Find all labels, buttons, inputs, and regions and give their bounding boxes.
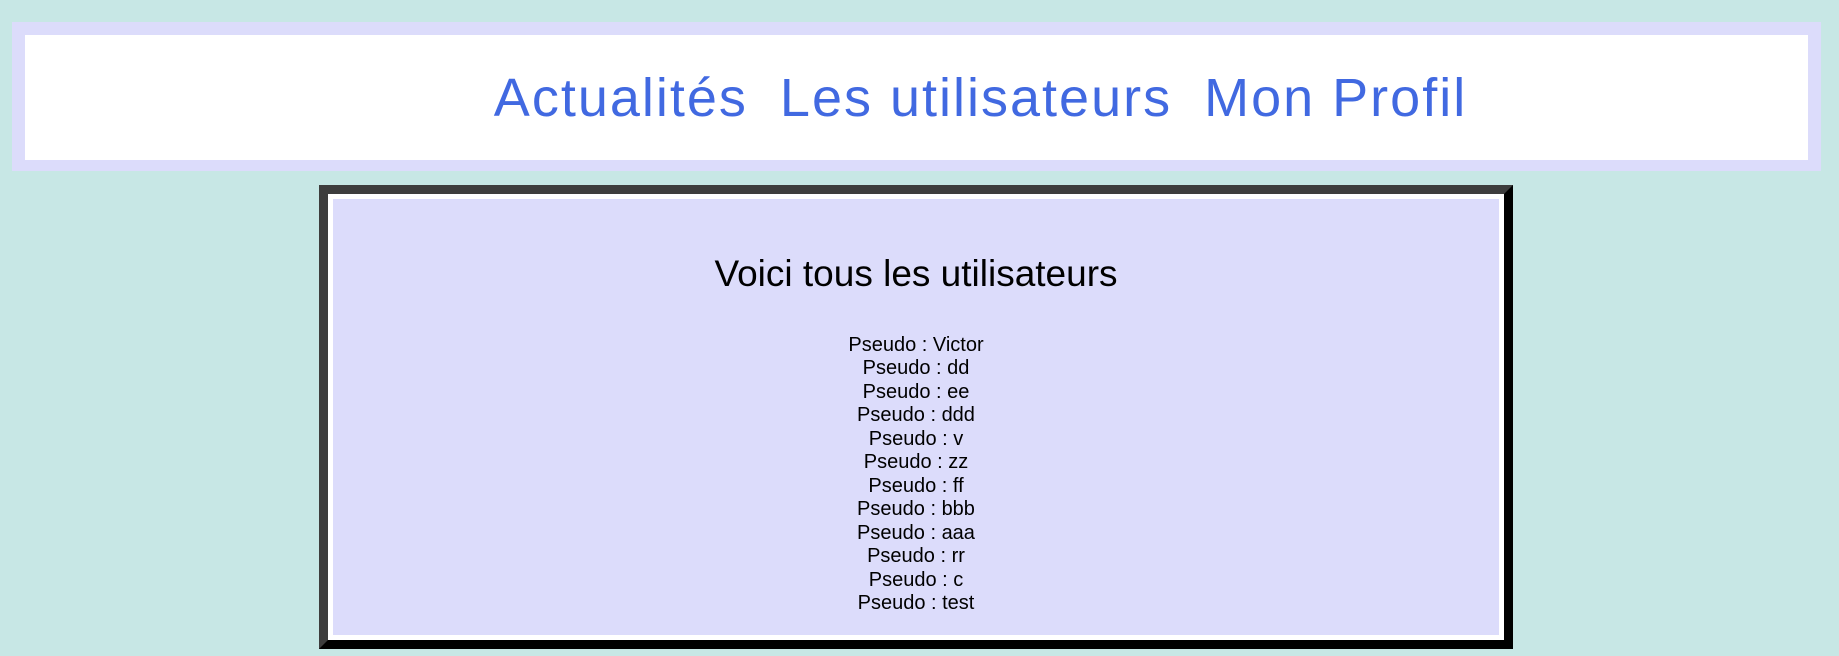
user-pseudo: zz bbox=[948, 451, 969, 474]
pseudo-label: Pseudo bbox=[863, 381, 948, 403]
navigation-bar: Actualités Les utilisateurs Mon Profil bbox=[25, 35, 1808, 160]
user-pseudo: aaa bbox=[941, 521, 975, 544]
pseudo-label: Pseudo bbox=[857, 498, 942, 520]
user-pseudo: rr bbox=[951, 545, 965, 568]
user-pseudo: ddd bbox=[941, 404, 975, 427]
user-list-item: Pseudobbb bbox=[333, 498, 1499, 522]
pseudo-label: Pseudo bbox=[867, 545, 952, 567]
pseudo-label: Pseudo bbox=[869, 428, 954, 450]
user-list-item: Pseudoc bbox=[333, 569, 1499, 593]
nav-link-utilisateurs[interactable]: Les utilisateurs bbox=[780, 71, 1172, 125]
pseudo-label: Pseudo bbox=[863, 357, 948, 379]
top-navigation: Actualités Les utilisateurs Mon Profil bbox=[12, 22, 1821, 171]
user-pseudo: dd bbox=[947, 357, 970, 380]
user-list-item: Pseudorr bbox=[333, 545, 1499, 569]
nav-link-actualites[interactable]: Actualités bbox=[494, 71, 748, 125]
page: Actualités Les utilisateurs Mon Profil V… bbox=[0, 0, 1839, 656]
pseudo-label: Pseudo bbox=[857, 522, 942, 544]
pseudo-label: Pseudo bbox=[868, 475, 953, 497]
user-list-item: PseudoVictor bbox=[333, 334, 1499, 358]
pseudo-label: Pseudo bbox=[864, 451, 949, 473]
user-pseudo: ff bbox=[952, 474, 964, 497]
pseudo-label: Pseudo bbox=[858, 592, 943, 614]
user-list-item: Pseudozz bbox=[333, 451, 1499, 475]
user-pseudo: v bbox=[953, 427, 964, 450]
user-list-item: Pseudoaaa bbox=[333, 522, 1499, 546]
page-title: Voici tous les utilisateurs bbox=[714, 253, 1118, 294]
user-list-item: Pseudoddd bbox=[333, 404, 1499, 428]
pseudo-label: Pseudo bbox=[857, 404, 942, 426]
pseudo-label: Pseudo bbox=[869, 569, 954, 591]
user-pseudo: ee bbox=[947, 380, 970, 403]
pseudo-label: Pseudo bbox=[848, 334, 933, 356]
users-panel-body: Voici tous les utilisateurs PseudoVictor… bbox=[333, 199, 1499, 635]
nav-link-mon-profil[interactable]: Mon Profil bbox=[1204, 71, 1467, 125]
user-list-item: Pseudoee bbox=[333, 381, 1499, 405]
user-list-item: Pseudodd bbox=[333, 357, 1499, 381]
user-list: PseudoVictorPseudoddPseudoeePseudodddPse… bbox=[333, 334, 1499, 616]
user-pseudo: c bbox=[953, 568, 964, 591]
user-pseudo: bbb bbox=[941, 498, 975, 521]
user-list-item: Pseudov bbox=[333, 428, 1499, 452]
users-panel: Voici tous les utilisateurs PseudoVictor… bbox=[319, 185, 1513, 649]
user-list-item: Pseudotest bbox=[333, 592, 1499, 616]
user-list-item: Pseudoff bbox=[333, 475, 1499, 499]
user-pseudo: Victor bbox=[932, 333, 984, 356]
user-pseudo: test bbox=[942, 592, 975, 615]
